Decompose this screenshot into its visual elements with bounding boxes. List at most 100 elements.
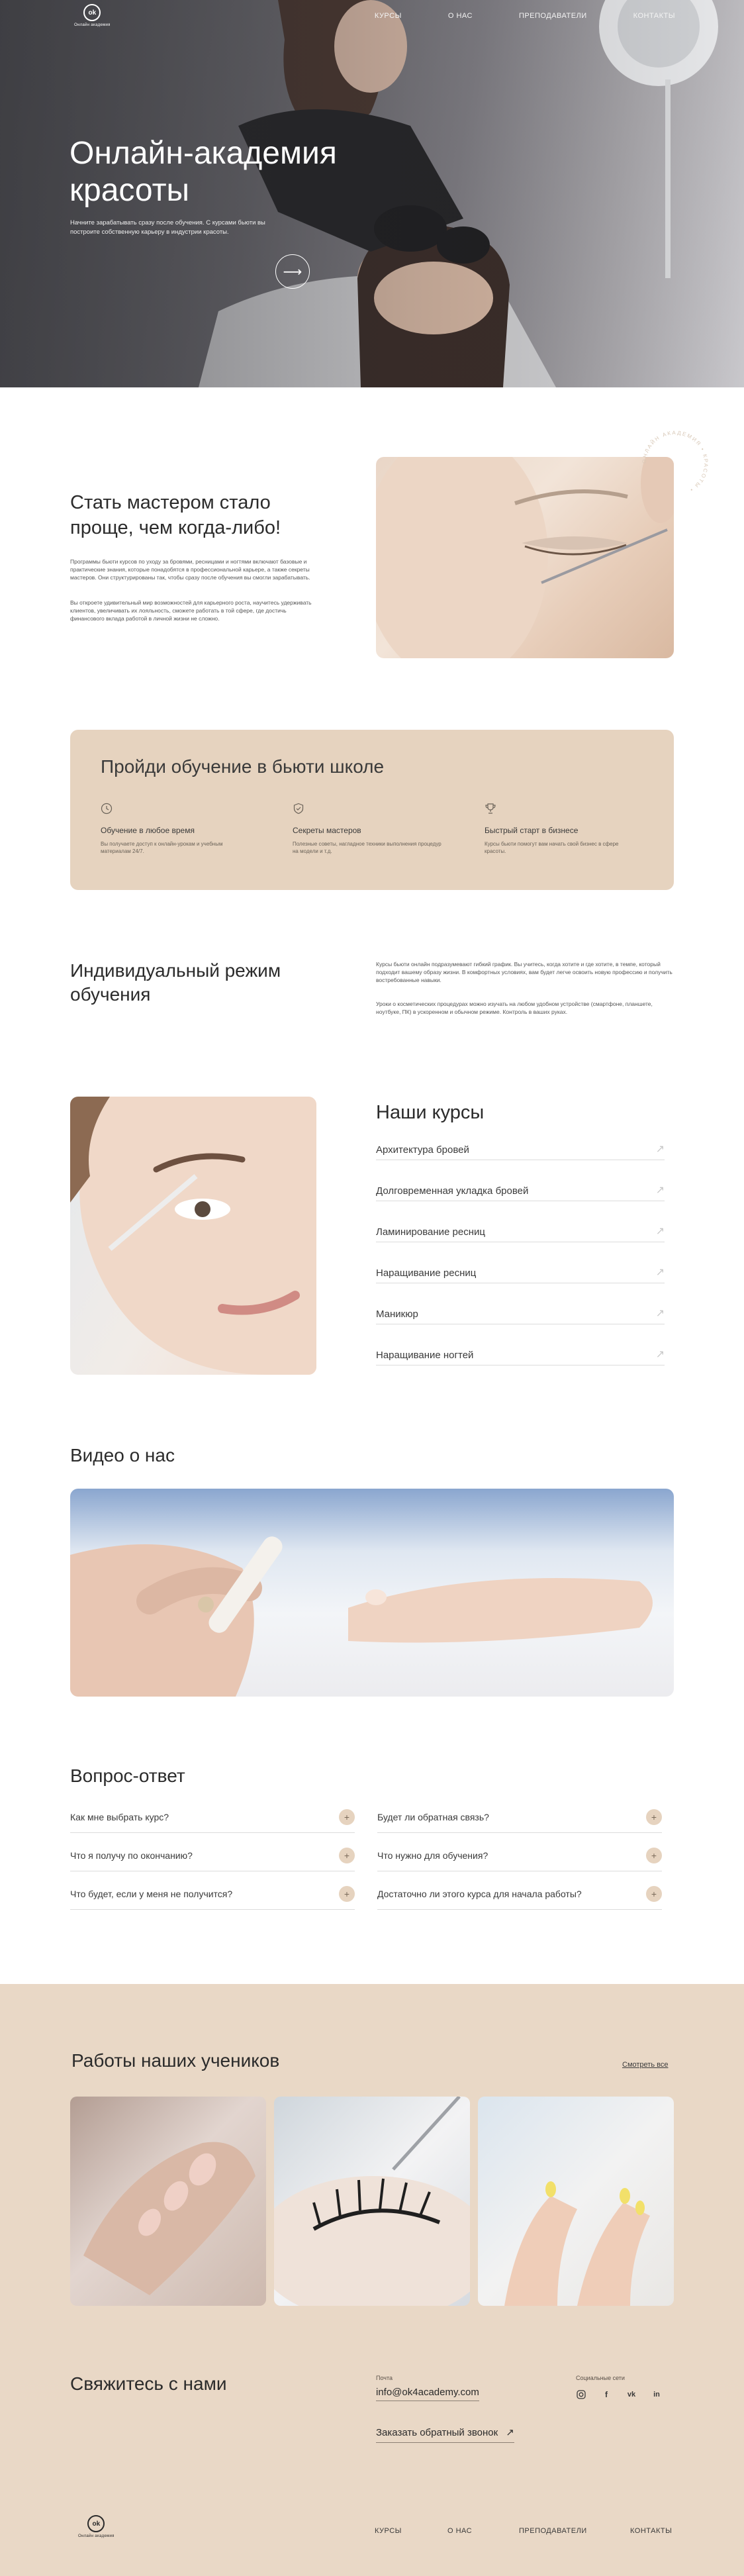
feature-secrets: Секреты мастеров Полезные советы, наглад… [293,803,445,855]
email-link[interactable]: info@ok4academy.com [376,2387,479,2401]
social-links: f vk in [576,2389,662,2400]
faq-question: Что будет, если у меня не получится? [70,1888,233,1899]
course-name: Наращивание ресниц [376,1267,477,1279]
see-all-link[interactable]: Смотреть все [622,2061,668,2069]
arrow-up-right-icon: ↗ [655,1226,665,1237]
intro-photo-eye-closeup [376,457,674,658]
arrow-up-right-icon: ↗ [655,1308,665,1319]
footer-link-about[interactable]: О НАС [447,2527,472,2535]
logo[interactable]: ok Онлайн академия [74,4,111,27]
top-navigation: ok Онлайн академия КУРСЫ О НАС ПРЕПОДАВА… [0,0,744,40]
course-item[interactable]: Наращивание ресниц ↗ [376,1257,665,1283]
plus-icon: + [339,1847,355,1863]
video-player[interactable] [70,1489,674,1697]
course-name: Архитектура бровей [376,1144,469,1156]
course-name: Маникюр [376,1309,418,1320]
linkedin-icon[interactable]: in [651,2389,662,2400]
plus-icon: + [646,1885,662,1902]
faq-item[interactable]: Достаточно ли этого курса для начала раб… [377,1878,662,1910]
faq-question: Как мне выбрать курс? [70,1811,169,1822]
training-title: Пройди обучение в бьюти школе [101,756,385,777]
mail-label: Почта [376,2375,393,2381]
feature-quick-start: Быстрый старт в бизнесе Курсы бьюти помо… [485,803,637,855]
nav-link-contacts[interactable]: КОНТАКТЫ [633,12,675,20]
vk-icon[interactable]: vk [626,2389,637,2400]
intro-paragraph-2: Вы откроете удивительный мир возможносте… [70,599,312,622]
contact-title: Свяжитесь с нами [70,2373,227,2394]
courses-photo-brow-model [70,1097,316,1375]
facebook-icon[interactable]: f [601,2389,612,2400]
faq-item[interactable]: Что нужно для обучения? + [377,1840,662,1871]
svg-text:ОНЛАЙН АКАДЕМИЯ • КРАСОТЫ •: ОНЛАЙН АКАДЕМИЯ • КРАСОТЫ • [641,430,709,493]
nav-links: КУРСЫ О НАС ПРЕПОДАВАТЕЛИ КОНТАКТЫ [375,12,675,20]
stamp-text: ОНЛАЙН АКАДЕМИЯ • КРАСОТЫ • [641,430,708,493]
trophy-icon [485,803,496,814]
plus-icon: + [646,1847,662,1863]
feature-anytime: Обучение в любое время Вы получаете дост… [101,803,253,855]
plus-icon: + [339,1808,355,1825]
hero-lead: Начните зарабатывать сразу после обучени… [70,219,265,236]
footer-link-contacts[interactable]: КОНТАКТЫ [630,2527,672,2535]
course-item[interactable]: Архитектура бровей ↗ [376,1134,665,1160]
instagram-icon[interactable] [576,2389,586,2400]
arrow-up-right-icon: ↗ [655,1349,665,1360]
faq-question: Будет ли обратная связь? [377,1811,489,1822]
course-item[interactable]: Маникюр ↗ [376,1298,665,1324]
video-title: Видео о нас [70,1445,175,1465]
course-item[interactable]: Долговременная укладка бровей ↗ [376,1175,665,1201]
arrow-up-right-icon: ↗ [506,2427,514,2438]
work-photo-nails[interactable] [70,2097,266,2306]
social-label: Социальные сети [576,2375,625,2381]
feature-desc: Полезные советы, нагладное техники выпол… [293,841,442,854]
nav-link-about[interactable]: О НАС [448,12,473,20]
faq-item[interactable]: Как мне выбрать курс? + [70,1801,355,1833]
arrow-up-right-icon: ↗ [655,1144,665,1155]
arrow-up-right-icon: ↗ [655,1185,665,1196]
academy-stamp-icon: ОНЛАЙН АКАДЕМИЯ • КРАСОТЫ • [641,430,709,493]
nav-link-teachers[interactable]: ПРЕПОДАВАТЕЛИ [519,12,587,20]
faq-title: Вопрос-ответ [70,1765,185,1786]
clock-icon [101,803,113,815]
schedule-paragraph-1: Курсы бьюти онлайн подразумевают гибкий … [376,961,673,983]
footer-logo[interactable]: ok Онлайн академия [78,2515,115,2538]
logo-mark: ok [83,4,101,21]
callback-label: Заказать обратный звонок [376,2426,498,2438]
faq-item[interactable]: Что я получу по окончанию? + [70,1840,355,1871]
works-title: Работы наших учеников [71,2050,280,2071]
course-name: Долговременная укладка бровей [376,1185,529,1197]
footer-link-teachers[interactable]: ПРЕПОДАВАТЕЛИ [519,2527,587,2535]
course-item[interactable]: Наращивание ногтей ↗ [376,1339,665,1365]
faq-question: Что я получу по окончанию? [70,1850,193,1861]
logo-caption: Онлайн академия [78,2534,115,2538]
plus-icon: + [339,1885,355,1902]
feature-title: Обучение в любое время [101,826,195,835]
work-photo-manicure[interactable] [478,2097,674,2306]
course-name: Ламинирование ресниц [376,1226,485,1238]
feature-desc: Вы получаете доступ к онлайн-урокам и уч… [101,841,223,854]
hero-arrow-button[interactable]: ⟶ [275,254,310,289]
footer-link-courses[interactable]: КУРСЫ [375,2527,402,2535]
courses-title: Наши курсы [376,1102,485,1123]
faq-question: Достаточно ли этого курса для начала раб… [377,1888,582,1899]
course-item[interactable]: Ламинирование ресниц ↗ [376,1216,665,1242]
shield-icon [293,803,304,815]
arrow-right-icon: ⟶ [283,264,302,279]
faq-item[interactable]: Что будет, если у меня не получится? + [70,1878,355,1910]
logo-caption: Онлайн академия [74,23,111,27]
training-card: Пройди обучение в бьюти школе Обучение в… [70,730,674,890]
faq-question: Что нужно для обучения? [377,1850,488,1861]
hero-title: Онлайн-академия красоты [70,136,337,208]
work-photo-lashes[interactable] [274,2097,470,2306]
feature-title: Секреты мастеров [293,826,361,835]
intro-title: Стать мастером стало проще, чем когда-ли… [70,492,281,538]
feature-desc: Курсы бьюти помогут вам начать свой бизн… [485,841,619,854]
schedule-title: Индивидуальный режим обучения [70,960,281,1005]
plus-icon: + [646,1808,662,1825]
intro-paragraph-1: Программы бьюти курсов по уходу за бровя… [70,558,310,581]
callback-link[interactable]: Заказать обратный звонок ↗ [376,2426,514,2443]
nav-link-courses[interactable]: КУРСЫ [375,12,402,20]
feature-title: Быстрый старт в бизнесе [485,826,579,835]
logo-mark: ok [87,2515,105,2532]
schedule-paragraph-2: Уроки о косметических процедурах можно и… [376,1001,653,1015]
faq-item[interactable]: Будет ли обратная связь? + [377,1801,662,1833]
